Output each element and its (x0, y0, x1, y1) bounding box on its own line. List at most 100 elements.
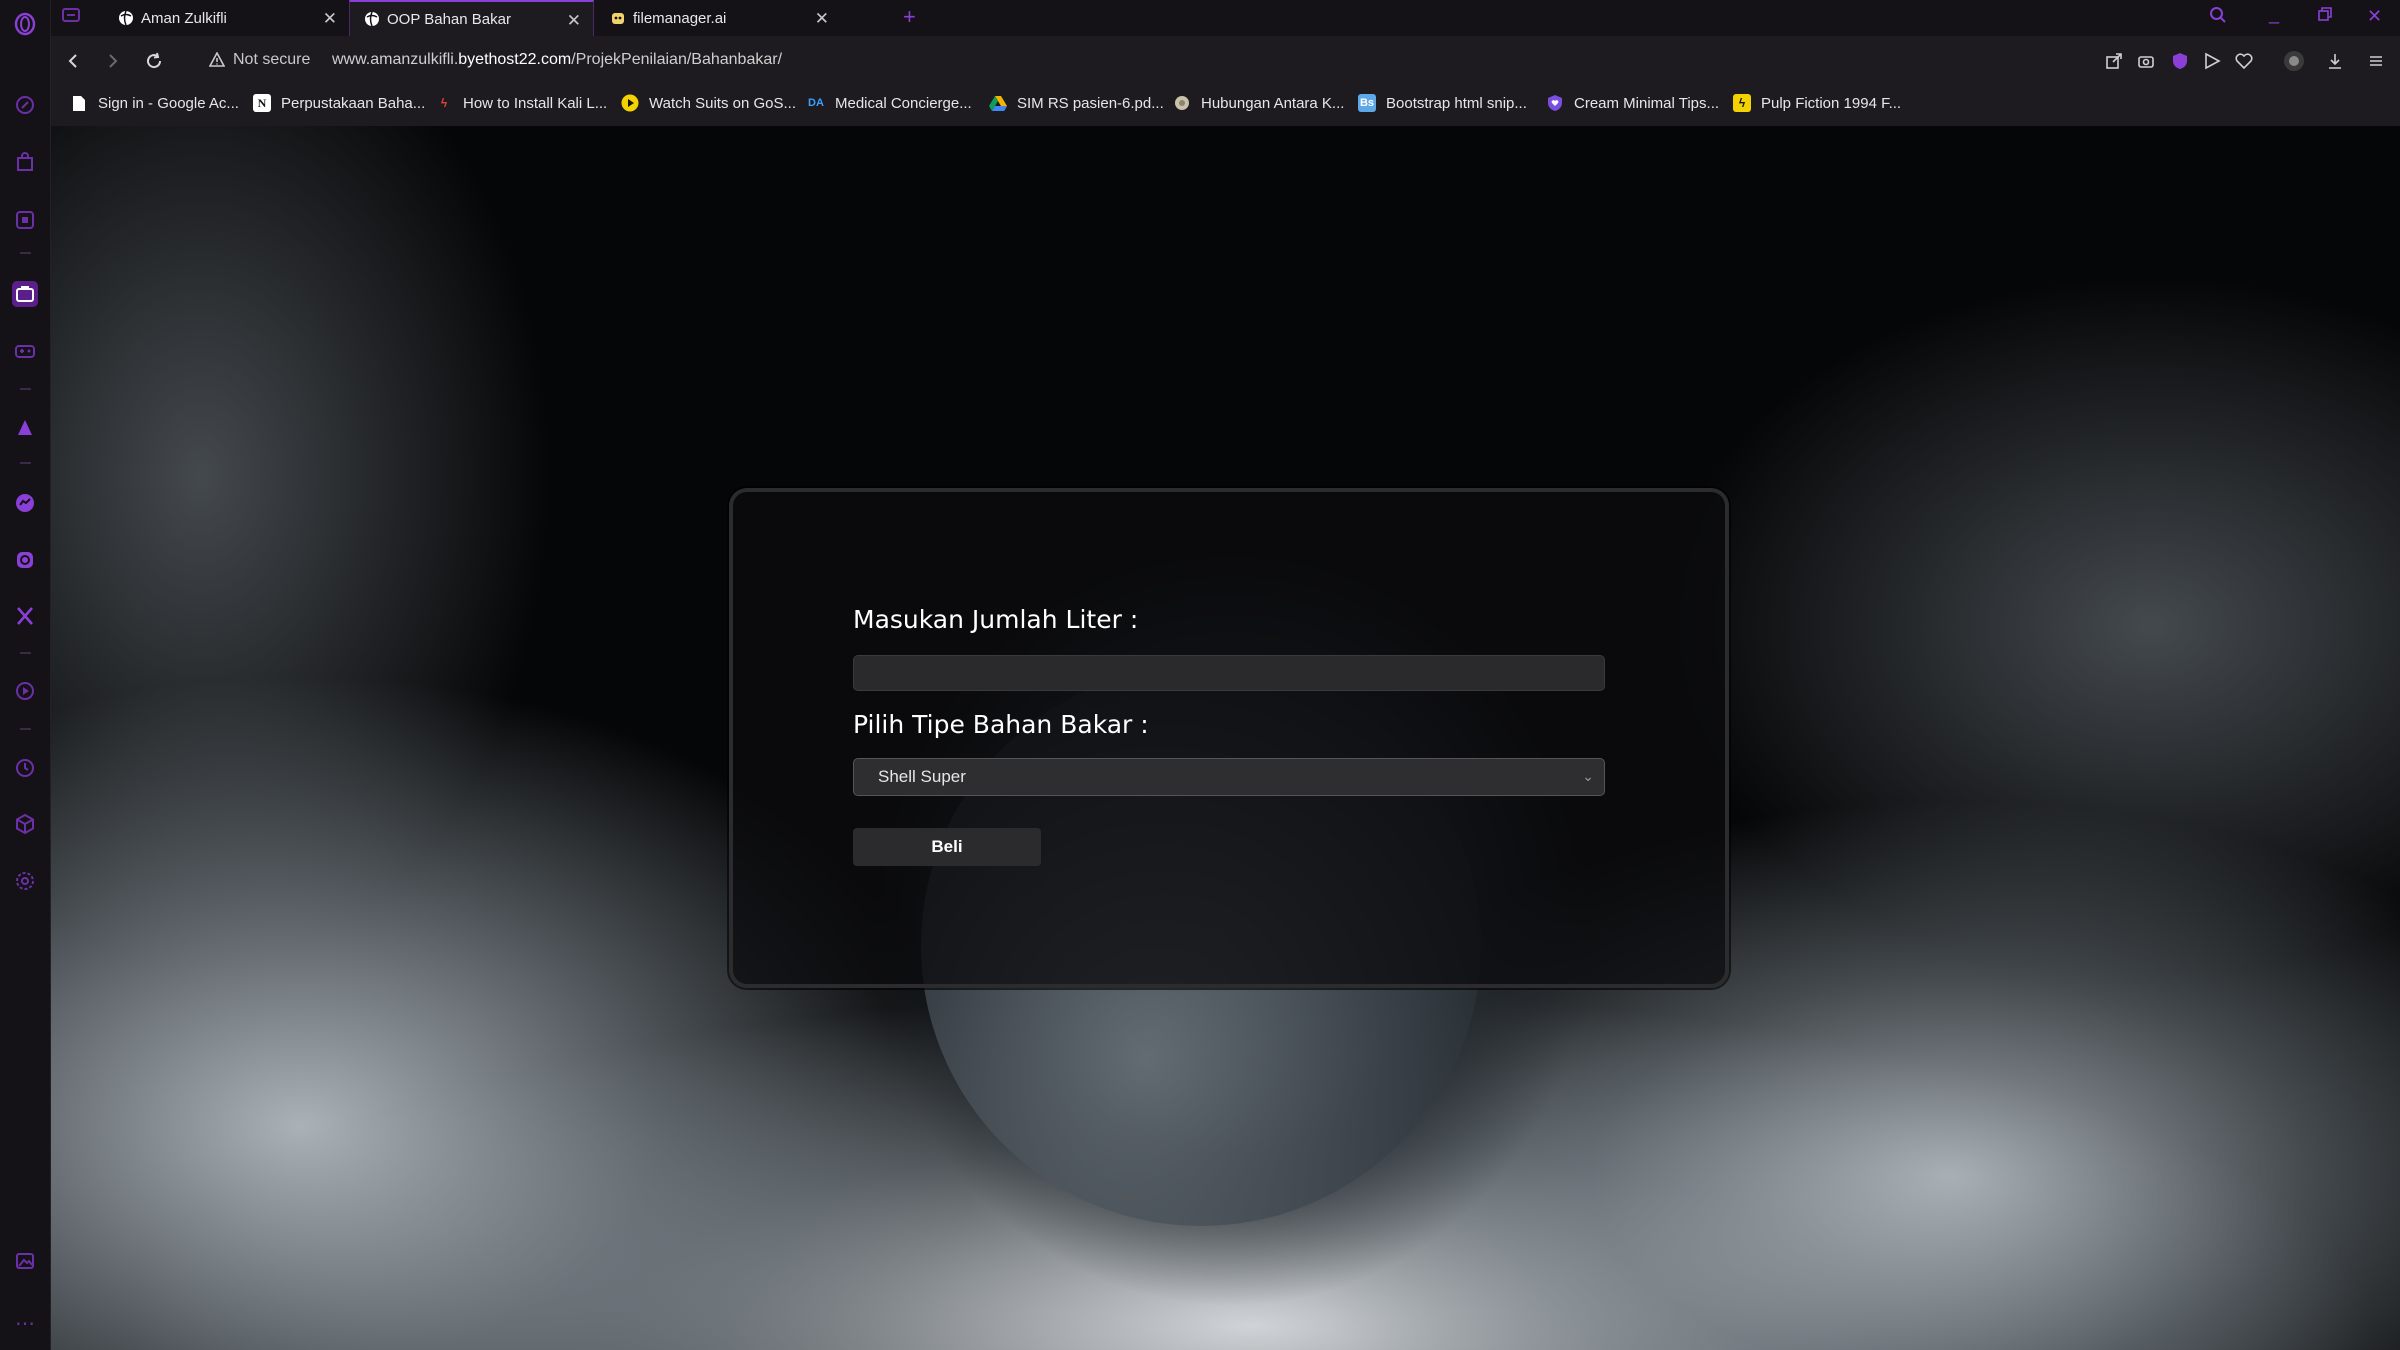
bookmark-label: Perpustakaan Baha... (281, 94, 426, 112)
bookmark-item[interactable]: ϟ Pulp Fiction 1994 F... (1733, 88, 1901, 118)
tab-menu-icon[interactable] (61, 6, 81, 29)
tab-search-icon[interactable] (2209, 6, 2227, 29)
bookmark-label: Medical Concierge... (835, 94, 972, 112)
drive-icon (989, 94, 1007, 112)
url-prefix: www.amanzulkifli. (332, 51, 459, 68)
bookmark-label: Watch Suits on GoS... (649, 94, 797, 112)
player-icon[interactable] (12, 678, 38, 704)
bookmark-item[interactable]: Sign in - Google Ac... (70, 88, 239, 118)
globe-icon (364, 11, 380, 27)
tab-oop-bahan-bakar[interactable]: OOP Bahan Bakar ✕ (349, 0, 594, 36)
url-host: byethost22.com (458, 51, 572, 68)
snapshot-camera-icon[interactable] (2135, 50, 2157, 72)
tab-label: OOP Bahan Bakar (387, 10, 511, 28)
warning-icon (209, 52, 225, 67)
extensions-cube-icon[interactable] (12, 811, 38, 837)
close-tab-icon[interactable]: ✕ (815, 9, 829, 29)
minimize-icon[interactable]: _ (2269, 4, 2279, 25)
bookmark-item[interactable]: Watch Suits on GoS... (621, 88, 796, 118)
notion-icon: N (253, 94, 271, 112)
sidebar-separator (20, 728, 31, 730)
pinboard-icon[interactable] (12, 414, 38, 440)
instagram-icon[interactable] (12, 547, 38, 573)
bookmarks-bar: Sign in - Google Ac... N Perpustakaan Ba… (51, 88, 2400, 126)
fuel-type-label: Pilih Tipe Bahan Bakar : (853, 710, 1149, 739)
bookmark-label: How to Install Kali L... (463, 94, 608, 112)
bookmark-item[interactable]: SIM RS pasien-6.pd... (989, 88, 1164, 118)
url-path: /ProjekPenilaian/Bahanbakar/ (571, 51, 783, 68)
sidebar-separator (20, 252, 31, 254)
restore-icon[interactable] (2317, 6, 2333, 27)
bookmark-label: Hubungan Antara K... (1201, 94, 1345, 112)
fuel-type-select[interactable]: Shell Super ⌄ (853, 758, 1605, 796)
close-tab-icon[interactable]: ✕ (323, 9, 337, 29)
bookmark-label: Pulp Fiction 1994 F... (1761, 94, 1902, 112)
robot-icon (610, 10, 626, 26)
workspaces-icon[interactable] (12, 281, 38, 307)
forward-icon[interactable] (101, 49, 125, 73)
bolt-icon: ϟ (1733, 94, 1751, 112)
avatar[interactable] (2283, 50, 2305, 72)
heart-shield-icon (1546, 94, 1564, 112)
shopping-bag-icon[interactable] (12, 149, 38, 175)
not-secure-label: Not secure (233, 51, 311, 68)
bookmark-item[interactable]: Bs Bootstrap html snip... (1358, 88, 1527, 118)
bs-icon: Bs (1358, 94, 1376, 112)
wallpaper-icon[interactable] (12, 1248, 38, 1274)
share-icon[interactable] (2103, 50, 2125, 72)
da-icon: DA (808, 97, 824, 109)
sidebar-separator (20, 462, 31, 464)
bookmark-label: Bootstrap html snip... (1386, 94, 1527, 112)
close-window-icon[interactable]: ✕ (2367, 6, 2382, 27)
bookmark-label: SIM RS pasien-6.pd... (1017, 94, 1164, 112)
tab-label: Aman Zulkifli (141, 9, 227, 27)
bookmark-item[interactable]: ϟ How to Install Kali L... (435, 88, 607, 118)
liter-input[interactable] (853, 655, 1605, 691)
sidebar-separator (20, 388, 31, 390)
send-icon[interactable] (2201, 50, 2223, 72)
messenger-icon[interactable] (12, 490, 38, 516)
document-icon (70, 94, 88, 112)
close-tab-icon[interactable]: ✕ (567, 11, 581, 31)
heart-icon[interactable] (2233, 50, 2255, 72)
globe-icon (1173, 94, 1191, 112)
play-icon (621, 94, 639, 112)
bookmark-label: Cream Minimal Tips... (1574, 94, 1720, 112)
easy-setup-menu-icon[interactable] (2365, 50, 2387, 72)
tab-filemanager[interactable]: filemanager.ai ✕ (596, 0, 841, 36)
fuel-type-selected: Shell Super (878, 767, 966, 786)
bookmark-item[interactable]: DA Medical Concierge... (807, 88, 972, 118)
bookmark-item[interactable]: N Perpustakaan Baha... (253, 88, 425, 118)
x-twitter-icon[interactable] (12, 603, 38, 629)
opera-logo-icon[interactable] (12, 11, 38, 37)
kali-icon: ϟ (440, 96, 448, 110)
bookmark-item[interactable]: Hubungan Antara K... (1173, 88, 1344, 118)
buy-button[interactable]: Beli (853, 828, 1041, 866)
tab-label: filemanager.ai (633, 9, 727, 27)
address-bar: Not secure www.amanzulkifli.byethost22.c… (51, 36, 2400, 88)
url-field[interactable]: www.amanzulkifli.byethost22.com/ProjekPe… (332, 51, 782, 69)
tab-strip: Aman Zulkifli ✕ OOP Bahan Bakar ✕ filema… (51, 0, 2400, 36)
bookmark-item[interactable]: Cream Minimal Tips... (1546, 88, 1719, 118)
settings-gear-icon[interactable] (12, 868, 38, 894)
new-tab-button[interactable]: + (903, 4, 916, 30)
sidebar: ⋯ (0, 0, 51, 1350)
back-icon[interactable] (61, 49, 85, 73)
fuel-form-card: Masukan Jumlah Liter : Pilih Tipe Bahan … (729, 488, 1729, 988)
liter-label: Masukan Jumlah Liter : (853, 605, 1139, 634)
more-dots-icon[interactable]: ⋯ (12, 1310, 38, 1336)
reload-icon[interactable] (142, 49, 166, 73)
gamepad-icon[interactable] (12, 338, 38, 364)
sidebar-separator (20, 652, 31, 654)
aria-icon[interactable] (12, 92, 38, 118)
vpn-shield-icon[interactable] (2169, 50, 2191, 72)
globe-icon (118, 10, 134, 26)
bookmark-label: Sign in - Google Ac... (98, 94, 239, 112)
tab-aman-zulkifli[interactable]: Aman Zulkifli ✕ (104, 0, 349, 36)
download-icon[interactable] (2324, 50, 2346, 72)
page-viewport: Masukan Jumlah Liter : Pilih Tipe Bahan … (51, 126, 2400, 1350)
chevron-down-icon: ⌄ (1582, 768, 1594, 784)
security-indicator[interactable]: Not secure (209, 51, 310, 69)
history-icon[interactable] (12, 755, 38, 781)
speed-dial-icon[interactable] (12, 207, 38, 233)
